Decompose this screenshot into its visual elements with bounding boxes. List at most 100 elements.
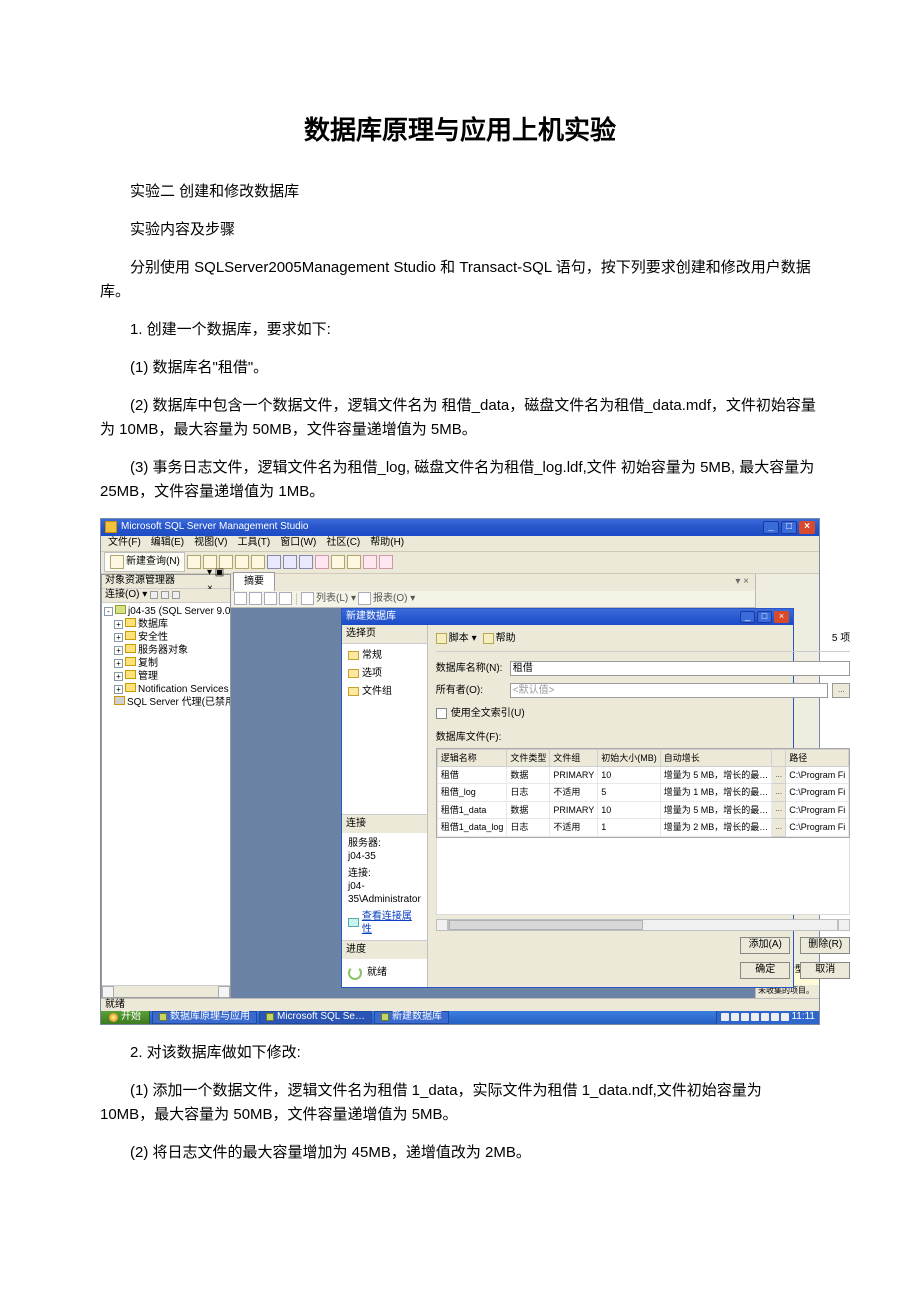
files-grid[interactable]: 逻辑名称 文件类型 文件组 初始大小(MB) 自动增长 路径 [436, 748, 850, 838]
table-row[interactable]: 租借1_data数据PRIMARY10增量为 5 MB，增长的最……C:\Pro… [437, 801, 848, 818]
menu-tools[interactable]: 工具(T) [233, 535, 274, 551]
ok-button[interactable]: 确定 [740, 962, 790, 979]
folder-icon [125, 644, 136, 653]
scroll-left-icon[interactable] [436, 919, 448, 931]
script-button[interactable]: 脚本 ▾ [436, 631, 477, 647]
dialog-sidebar: 选择页 常规 选项 文件组 连接 服务器: j04- [342, 625, 428, 987]
toolbar-icon[interactable] [299, 555, 313, 569]
tab-summary[interactable]: 摘要 [233, 572, 275, 591]
titlebar[interactable]: Microsoft SQL Server Management Studio _… [101, 519, 819, 536]
maximize-button[interactable]: □ [781, 521, 797, 534]
server-icon [115, 605, 126, 614]
list-dropdown[interactable]: 列表(L) ▾ [316, 591, 356, 607]
system-tray[interactable]: 11:11 [716, 1011, 819, 1024]
subtitle: 实验二 创建和修改数据库 [100, 180, 820, 204]
toolbar-icon[interactable] [331, 555, 345, 569]
taskbar: 开始 数据库原理与应用 Microsoft SQL Se… 新建数据库 11:1… [101, 1011, 819, 1024]
step-1: 1. 创建一个数据库，要求如下: [100, 318, 820, 342]
dialog-titlebar[interactable]: 新建数据库 _ □ × [342, 609, 793, 625]
view-conn-props-link[interactable]: 查看连接属性 [348, 910, 421, 936]
spinner-icon [348, 966, 362, 980]
toolbar-icon[interactable] [279, 592, 292, 605]
owner-input[interactable]: <默认值> [510, 683, 828, 698]
toolbar-icon[interactable] [358, 592, 371, 605]
ellipsis-button[interactable]: … [772, 766, 786, 783]
dialog-close-button[interactable]: × [774, 611, 789, 623]
step-2: 2. 对该数据库做如下修改: [100, 1041, 820, 1065]
help-button[interactable]: 帮助 [483, 631, 516, 647]
toolbar-icon[interactable] [234, 592, 247, 605]
item-count: 5 项 [832, 631, 850, 647]
toolbar-icon[interactable] [379, 555, 393, 569]
start-button[interactable]: 开始 [101, 1011, 150, 1024]
taskbar-item[interactable]: 数据库原理与应用 [152, 1011, 257, 1024]
step-1-1: (1) 数据库名"租借"。 [100, 356, 820, 380]
remove-button[interactable]: 删除(R) [800, 937, 850, 954]
menu-help[interactable]: 帮助(H) [366, 535, 408, 551]
toolbar-icon[interactable] [187, 555, 201, 569]
page-general[interactable]: 常规 [348, 647, 424, 665]
step-2-1: (1) 添加一个数据文件，逻辑文件名为租借 1_data，实际文件为租借 1_d… [100, 1079, 820, 1127]
toolbar-icon[interactable] [267, 555, 281, 569]
toolbar-icon[interactable] [251, 555, 265, 569]
menubar: 文件(F) 编辑(E) 视图(V) 工具(T) 窗口(W) 社区(C) 帮助(H… [101, 536, 819, 552]
connect-button[interactable]: 连接(O) ▾ [105, 587, 147, 603]
folder-icon [125, 670, 136, 679]
ellipsis-button[interactable]: … [772, 819, 786, 836]
cancel-button[interactable]: 取消 [800, 962, 850, 979]
tabstrip: 摘要 ▾ × [231, 574, 755, 591]
db-name-input[interactable]: 租借 [510, 661, 850, 676]
add-button[interactable]: 添加(A) [740, 937, 790, 954]
object-tree[interactable]: -j04-35 (SQL Server 9.0.1399 - j04-35\A … [102, 603, 230, 985]
toolbar-icon[interactable] [283, 555, 297, 569]
conn-value: j04-35\Administrator [348, 880, 421, 906]
close-button[interactable]: × [799, 521, 815, 534]
page-icon [348, 651, 359, 660]
owner-browse-button[interactable]: … [832, 683, 850, 698]
taskbar-item[interactable]: Microsoft SQL Se… [259, 1011, 372, 1024]
menu-community[interactable]: 社区(C) [322, 535, 364, 551]
menu-view[interactable]: 视图(V) [190, 535, 231, 551]
agent-icon [114, 696, 125, 705]
dialog-maximize-button[interactable]: □ [757, 611, 772, 623]
tray-icon [771, 1013, 779, 1021]
ellipsis-button[interactable]: … [772, 801, 786, 818]
connection-header: 连接 [342, 814, 427, 833]
toolbar-icon[interactable] [264, 592, 277, 605]
taskbar-item[interactable]: 新建数据库 [374, 1011, 449, 1024]
toolbar-icon[interactable] [150, 591, 158, 599]
new-database-dialog: 新建数据库 _ □ × 选择页 常规 选项 [341, 608, 794, 988]
tab-close[interactable]: ▾ × [729, 573, 755, 591]
dialog-minimize-button[interactable]: _ [740, 611, 755, 623]
table-row[interactable]: 租借_log日志不适用5增量为 1 MB，增长的最……C:\Program Fi [437, 784, 848, 801]
menu-edit[interactable]: 编辑(E) [147, 535, 188, 551]
toolbar-icon[interactable] [161, 591, 169, 599]
toolbar-icon[interactable] [363, 555, 377, 569]
scroll-right-icon[interactable] [218, 986, 230, 998]
report-dropdown[interactable]: 报表(O) ▾ [373, 591, 415, 607]
ellipsis-button[interactable]: … [772, 784, 786, 801]
progress-value: 就绪 [367, 965, 387, 981]
menu-file[interactable]: 文件(F) [104, 535, 145, 551]
page-filegroups[interactable]: 文件组 [348, 683, 424, 701]
fulltext-checkbox[interactable] [436, 708, 447, 719]
toolbar-icon[interactable] [235, 555, 249, 569]
toolbar-icon[interactable] [249, 592, 262, 605]
toolbar-icon[interactable] [315, 555, 329, 569]
menu-window[interactable]: 窗口(W) [276, 535, 320, 551]
page-options[interactable]: 选项 [348, 665, 424, 683]
toolbar-icon[interactable] [301, 592, 314, 605]
help-icon [483, 633, 494, 644]
owner-label: 所有者(O): [436, 683, 510, 699]
table-row[interactable]: 租借1_data_log日志不适用1增量为 2 MB，增长的最……C:\Prog… [437, 819, 848, 836]
minimize-button[interactable]: _ [763, 521, 779, 534]
new-query-button[interactable]: 新建查询(N) [104, 552, 185, 572]
scroll-right-icon[interactable] [838, 919, 850, 931]
folder-icon [125, 631, 136, 640]
toolbar-icon[interactable] [347, 555, 361, 569]
page-icon [348, 687, 359, 696]
toolbar-icon[interactable] [172, 591, 180, 599]
table-row[interactable]: 租借数据PRIMARY10增量为 5 MB，增长的最……C:\Program F… [437, 766, 848, 783]
step-2-2: (2) 将日志文件的最大容量增加为 45MB，递增值改为 2MB。 [100, 1141, 820, 1165]
grid-scrollbar[interactable] [436, 919, 850, 931]
